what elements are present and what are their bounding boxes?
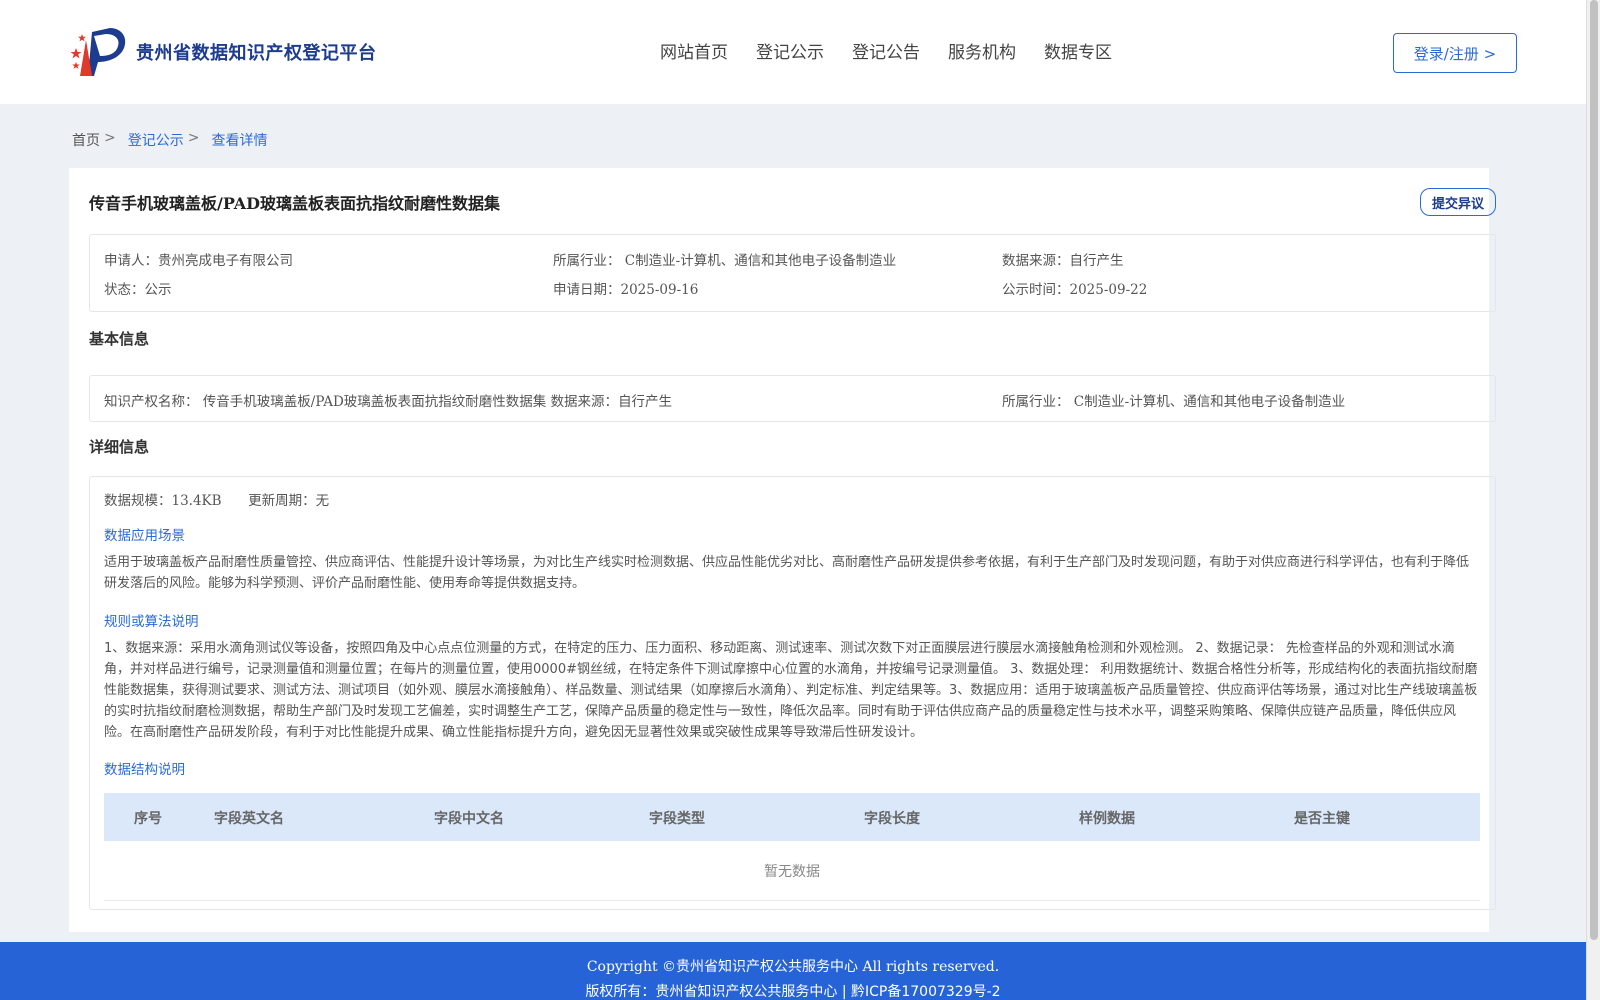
basic-industry-value: C制造业-计算机、通信和其他电子设备制造业	[1073, 394, 1346, 410]
industry-field: 所属行业： C制造业-计算机、通信和其他电子设备制造业	[553, 249, 896, 269]
logo-emblem-icon	[70, 28, 126, 76]
breadcrumb-current[interactable]: 查看详情	[211, 130, 267, 150]
cycle-value: 无	[315, 493, 330, 509]
data-structure-table: 序号 字段英文名 字段中文名 字段类型 字段长度 样例数据 是否主键 暂无数据	[104, 793, 1480, 901]
breadcrumb-home[interactable]: 首页	[72, 130, 100, 150]
scenario-heading: 数据应用场景	[104, 528, 185, 544]
industry-value: C制造业-计算机、通信和其他电子设备制造业	[624, 253, 897, 269]
col-index: 序号	[134, 811, 162, 827]
ip-name-field: 知识产权名称： 传音手机玻璃盖板/PAD玻璃盖板表面抗指纹耐磨性数据集 数据来源…	[104, 390, 672, 410]
page-scrollbar[interactable]	[1586, 0, 1600, 1000]
scrollbar-thumb[interactable]	[1590, 0, 1598, 940]
publish-date-label: 公示时间：	[1002, 282, 1070, 298]
table-header-row: 序号 字段英文名 字段中文名 字段类型 字段长度 样例数据 是否主键	[104, 793, 1480, 841]
detail-info-heading: 详细信息	[89, 438, 150, 456]
applicant-label: 申请人：	[104, 253, 158, 269]
col-primary-key: 是否主键	[1294, 811, 1350, 827]
table-empty-state: 暂无数据	[104, 841, 1480, 901]
breadcrumb: 首页 > 登记公示 > 查看详情	[72, 130, 267, 150]
nav-service-agencies[interactable]: 服务机构	[948, 38, 1016, 63]
basic-industry-label: 所属行业：	[1002, 394, 1070, 410]
algorithm-heading: 规则或算法说明	[104, 614, 199, 630]
col-field-en: 字段英文名	[214, 811, 284, 827]
source-field: 数据来源：自行产生	[1002, 249, 1124, 269]
basic-info-heading: 基本信息	[89, 330, 150, 348]
nav-registration-announcement[interactable]: 登记公告	[852, 38, 920, 63]
applicant-value: 贵州亮成电子有限公司	[158, 253, 293, 269]
footer-copyright: Copyright ©贵州省知识产权公共服务中心 All rights rese…	[586, 959, 1000, 975]
apply-date-field: 申请日期：2025-09-16	[553, 278, 698, 298]
summary-panel: 申请人：贵州亮成电子有限公司 所属行业： C制造业-计算机、通信和其他电子设备制…	[89, 234, 1496, 312]
breadcrumb-publicity[interactable]: 登记公示	[128, 130, 184, 150]
col-field-cn: 字段中文名	[434, 811, 504, 827]
publish-date-field: 公示时间：2025-09-22	[1002, 278, 1147, 298]
breadcrumb-separator: >	[104, 130, 116, 146]
site-header: 贵州省数据知识产权登记平台 网站首页 登记公示 登记公告 服务机构 数据专区 登…	[0, 0, 1586, 104]
main-nav: 网站首页 登记公示 登记公告 服务机构 数据专区	[660, 38, 1112, 63]
apply-date-label: 申请日期：	[553, 282, 621, 298]
status-value: 公示	[144, 282, 172, 298]
ip-name-label: 知识产权名称：	[104, 394, 199, 410]
applicant-field: 申请人：贵州亮成电子有限公司	[104, 249, 293, 269]
site-logo[interactable]: 贵州省数据知识产权登记平台	[70, 26, 377, 78]
col-sample: 样例数据	[1079, 811, 1135, 827]
basic-industry-field: 所属行业： C制造业-计算机、通信和其他电子设备制造业	[1002, 390, 1345, 410]
detail-info-panel: 数据规模：13.4KB 更新周期：无 数据应用场景 适用于玻璃盖板产品耐磨性质量…	[89, 476, 1496, 910]
nav-data-zone[interactable]: 数据专区	[1044, 38, 1112, 63]
basic-source-value: 自行产生	[618, 394, 673, 410]
nav-home[interactable]: 网站首页	[660, 38, 728, 63]
cycle-label: 更新周期：	[248, 493, 316, 509]
col-field-length: 字段长度	[864, 811, 920, 827]
scale-value: 13.4KB	[171, 493, 222, 509]
site-footer: Copyright ©贵州省知识产权公共服务中心 All rights rese…	[0, 942, 1586, 1000]
detail-card: 传音手机玻璃盖板/PAD玻璃盖板表面抗指纹耐磨性数据集 提交异议 申请人：贵州亮…	[69, 168, 1496, 932]
scale-label: 数据规模：	[104, 493, 172, 509]
logo-title: 贵州省数据知识产权登记平台	[136, 43, 377, 64]
login-register-button[interactable]: 登录/注册 >	[1393, 33, 1517, 73]
basic-info-panel: 知识产权名称： 传音手机玻璃盖板/PAD玻璃盖板表面抗指纹耐磨性数据集 数据来源…	[89, 375, 1496, 422]
publish-date-value: 2025-09-22	[1069, 282, 1148, 298]
apply-date-value: 2025-09-16	[620, 282, 699, 298]
source-value: 自行产生	[1069, 253, 1124, 269]
page-title: 传音手机玻璃盖板/PAD玻璃盖板表面抗指纹耐磨性数据集	[89, 194, 501, 213]
nav-registration-publicity[interactable]: 登记公示	[756, 38, 824, 63]
data-meta: 数据规模：13.4KB 更新周期：无	[104, 489, 329, 509]
status-field: 状态：公示	[104, 278, 172, 298]
basic-source-label: 数据来源：	[550, 394, 619, 410]
footer-owner: 版权所有：贵州省知识产权公共服务中心 | 黔ICP备17007329号-2	[585, 984, 1001, 1000]
submit-objection-button[interactable]: 提交异议	[1420, 188, 1496, 216]
scenario-text: 适用于玻璃盖板产品耐磨性质量管控、供应商评估、性能提升设计等场景，为对比生产线实…	[104, 555, 1470, 591]
industry-label: 所属行业：	[553, 253, 621, 269]
status-label: 状态：	[104, 282, 145, 298]
algorithm-text: 1、数据来源：采用水滴角测试仪等设备，按照四角及中心点点位测量的方式，在特定的压…	[104, 641, 1478, 740]
structure-heading: 数据结构说明	[104, 762, 185, 778]
ip-name-value: 传音手机玻璃盖板/PAD玻璃盖板表面抗指纹耐磨性数据集	[202, 394, 547, 410]
col-field-type: 字段类型	[649, 811, 705, 827]
breadcrumb-separator: >	[187, 130, 200, 146]
source-label: 数据来源：	[1002, 253, 1070, 269]
